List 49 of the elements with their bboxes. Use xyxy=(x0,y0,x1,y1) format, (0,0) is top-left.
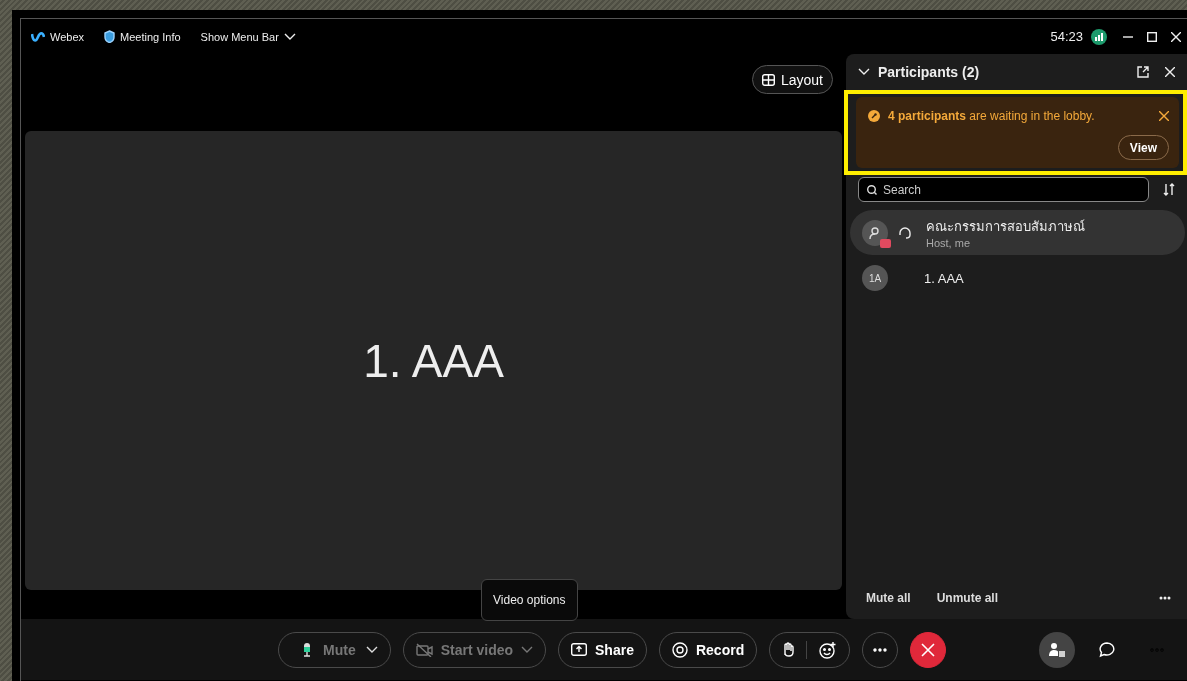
chevron-down-icon xyxy=(365,645,378,654)
share-screen-icon xyxy=(571,643,588,656)
grid-icon xyxy=(761,73,775,86)
emoji-icon[interactable] xyxy=(819,640,838,659)
share-button[interactable]: Share xyxy=(558,631,647,668)
maximize-icon[interactable] xyxy=(1147,31,1157,42)
app-name: Webex xyxy=(50,30,85,43)
participant-row[interactable]: 1A 1. AAA xyxy=(850,263,1185,293)
meeting-info-button[interactable]: Meeting Info xyxy=(104,30,181,43)
footer-button[interactable]: Unmute all xyxy=(936,591,998,605)
close-icon[interactable] xyxy=(1159,111,1169,121)
close-icon xyxy=(921,642,936,657)
tooltip: Video options xyxy=(481,579,578,621)
avatar-initials: 1A xyxy=(862,265,888,291)
panel-title: Participants (2) xyxy=(878,64,981,80)
chevron-down-icon xyxy=(521,645,534,654)
sort-icon[interactable] xyxy=(1163,183,1175,196)
meeting-timer: 54:23 xyxy=(1050,29,1083,44)
sharing-badge-icon xyxy=(880,238,891,248)
show-menu-bar-button[interactable]: Show Menu Bar xyxy=(200,30,296,43)
lobby-message: 4 participants are waiting in the lobby. xyxy=(888,109,1096,123)
end-meeting-button[interactable] xyxy=(910,631,947,668)
camera-off-icon xyxy=(415,642,433,657)
layout-button[interactable]: Layout xyxy=(751,65,833,94)
webex-logo-icon xyxy=(31,30,45,43)
chevron-down-icon xyxy=(283,32,296,41)
participants-button[interactable] xyxy=(1039,631,1075,668)
participant-name: คณะกรรมการสอบสัมภาษณ์ xyxy=(926,218,1085,236)
participant-row[interactable]: คณะกรรมการสอบสัมภาษณ์ Host, me xyxy=(850,210,1185,255)
participants-list-icon xyxy=(1048,641,1066,658)
search-field[interactable]: Search xyxy=(858,177,1149,202)
raise-hand-icon[interactable] xyxy=(782,642,795,657)
participant-name: 1. AAA xyxy=(924,270,964,286)
shield-icon xyxy=(104,30,116,43)
person-icon xyxy=(869,226,881,239)
microphone-icon xyxy=(301,641,313,658)
pop-out-icon[interactable] xyxy=(1137,66,1149,78)
chat-bubble-icon xyxy=(1099,641,1115,658)
record-button[interactable]: Record xyxy=(658,631,758,668)
search-icon xyxy=(867,185,877,195)
key-icon xyxy=(868,110,880,122)
participant-role: Host, me xyxy=(926,237,971,249)
network-signal-icon xyxy=(1091,28,1107,45)
footer-button[interactable]: Mute all xyxy=(866,591,911,605)
record-icon xyxy=(671,641,688,658)
participant-name: 1. AAA xyxy=(363,333,504,388)
headset-icon xyxy=(898,225,912,240)
more-button[interactable] xyxy=(862,631,899,668)
chevron-down-icon[interactable] xyxy=(858,68,870,76)
